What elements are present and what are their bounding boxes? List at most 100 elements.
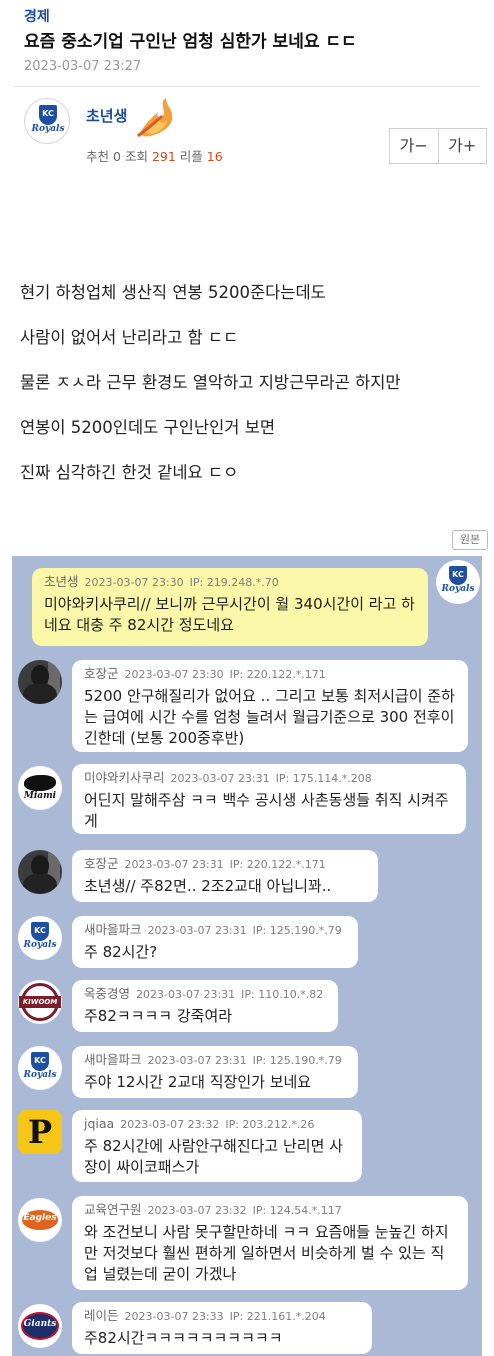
commenter-avatar: Miami <box>18 766 62 810</box>
comment-text: 미야와키사쿠리// 보니까 근무시간이 월 340시간이 라고 하네요 대충 주… <box>44 595 415 634</box>
comment-ip: IP: 125.190.*.79 <box>252 924 342 937</box>
post-header: 경제 요즘 중소기업 구인난 엄청 심한가 보네요 ㄷㄷ 2023-03-07 … <box>0 0 494 90</box>
royals-logo-text: Royals <box>441 584 475 594</box>
kiwoom-logo-text: KIWOOM <box>19 996 61 1008</box>
comment-date: 2023-03-07 23:31 <box>147 1054 247 1067</box>
comment-date: 2023-03-07 23:33 <box>124 1310 224 1323</box>
royals-logo-text: Royals <box>23 940 57 950</box>
comment-nick: 호장군 <box>84 856 119 871</box>
flame-level-icon <box>137 98 173 138</box>
royals-shield-icon: KC <box>31 1052 49 1071</box>
comment-nick: 새마을파크 <box>84 922 142 937</box>
comment-text: 주82시간ㅋㅋㅋㅋㅋㅋㅋㅋㅋㅋ <box>84 1329 283 1347</box>
comment-ip: IP: 203.212.*.26 <box>225 1118 315 1131</box>
commenter-avatar: KC Royals <box>18 1046 62 1090</box>
comment-ip: IP: 220.122.*.171 <box>229 858 326 871</box>
author-avatar[interactable]: KC Royals <box>24 98 70 144</box>
recommend-count: 0 <box>113 149 121 164</box>
comment-ip: IP: 175.114.*.208 <box>275 772 372 785</box>
post-stats: 추천 0 조회 291 리플 16 <box>86 148 223 166</box>
body-line: 현기 하청업체 생산직 연봉 5200준다는데도 <box>20 283 326 302</box>
commenter-avatar: KIWOOM <box>18 980 62 1024</box>
comment-nick: 호장군 <box>84 666 119 681</box>
body-line: 물론 ㅈㅅ라 근무 환경도 열악하고 지방근무라곤 하지만 <box>20 373 401 392</box>
comment-ip: IP: 124.54.*.117 <box>252 1204 342 1217</box>
comment-nick: jqiaa <box>84 1116 115 1131</box>
body-line: 진짜 심각하긴 한것 같네요 ㄷㅇ <box>20 463 239 482</box>
views-label: 조회 <box>124 149 148 164</box>
comment-screenshot: 초년생 2023-03-07 23:30 IP: 219.248.*.70 미야와키… <box>12 556 482 1356</box>
original-image-button[interactable]: 원본 <box>452 530 488 550</box>
commenter-avatar: KC Royals <box>18 916 62 960</box>
eagles-logo-text: Eagles <box>23 1213 57 1223</box>
recommend-label: 추천 <box>86 149 110 164</box>
comment-bubble: 레이든 2023-03-07 23:33 IP: 221.161.*.204 주82… <box>72 1302 372 1354</box>
royals-shield-icon: KC <box>449 566 467 585</box>
comment-date: 2023-03-07 23:31 <box>136 988 236 1001</box>
font-smaller-button[interactable]: 가− <box>390 129 439 163</box>
comment-text: 주82ㅋㅋㅋㅋ 강죽여라 <box>84 1007 233 1025</box>
comment-text: 주 82시간에 사람안구해진다고 난리면 사장이 싸이코패스가 <box>84 1137 343 1176</box>
comment-nick: 교육연구원 <box>84 1202 142 1217</box>
royals-logo-text: Royals <box>31 124 65 134</box>
commenter-avatar <box>18 850 62 894</box>
comment-date: 2023-03-07 23:31 <box>124 858 224 871</box>
comment-date: 2023-03-07 23:30 <box>84 576 184 589</box>
comment-ip: IP: 220.122.*.171 <box>229 668 326 681</box>
comment-ip: IP: 219.248.*.70 <box>189 576 279 589</box>
header-divider <box>14 86 480 87</box>
comment-text: 어딘지 말해주삼 ㅋㅋ 백수 공시생 사촌동생들 취직 시켜주게 <box>84 791 449 830</box>
comment-date: 2023-03-07 23:31 <box>147 924 247 937</box>
body-line: 사람이 없어서 난리라고 함 ㄷㄷ <box>20 328 239 347</box>
comment-bubble: jqiaa 2023-03-07 23:32 IP: 203.212.*.26 주 … <box>72 1110 362 1182</box>
comment-ip: IP: 221.161.*.204 <box>229 1310 326 1323</box>
comment-date: 2023-03-07 23:32 <box>147 1204 247 1217</box>
comment-bubble: 호장군 2023-03-07 23:30 IP: 220.122.*.171 520… <box>72 660 468 752</box>
comment-ip: IP: 110.10.*.82 <box>241 988 324 1001</box>
commenter-avatar <box>18 660 62 704</box>
royals-shield-icon: KC <box>31 922 49 941</box>
views-count: 291 <box>151 149 176 164</box>
board-category[interactable]: 경제 <box>24 8 470 26</box>
commenter-avatar: KC Royals <box>436 560 480 604</box>
comment-date: 2023-03-07 23:31 <box>170 772 270 785</box>
pirates-logo-icon: P <box>27 1113 53 1151</box>
comment-nick: 옥중경영 <box>84 986 131 1001</box>
commenter-avatar: Giants <box>18 1304 62 1348</box>
replies-label: 리플 <box>179 149 203 164</box>
author-name[interactable]: 초년생 <box>86 106 127 126</box>
font-size-controls: 가− 가+ <box>389 128 487 164</box>
comment-text: 주 82시간? <box>84 943 158 961</box>
comment-bubble: 초년생 2023-03-07 23:30 IP: 219.248.*.70 미야와키… <box>32 568 428 646</box>
comment-date: 2023-03-07 23:30 <box>124 668 224 681</box>
body-line: 연봉이 5200인데도 구인난인거 보면 <box>20 418 276 437</box>
comment-bubble: 교육연구원 2023-03-07 23:32 IP: 124.54.*.117 와 … <box>72 1196 468 1290</box>
post-title: 요즘 중소기업 구인난 엄청 심한가 보네요 ㄷㄷ <box>24 32 357 52</box>
comment-bubble: 미야와키사쿠리 2023-03-07 23:31 IP: 175.114.*.208… <box>72 764 466 834</box>
comment-text: 5200 안구해질리가 없어요 .. 그리고 보통 최저시급이 준하는 급여에 … <box>84 687 455 747</box>
comment-date: 2023-03-07 23:32 <box>120 1118 220 1131</box>
replies-count: 16 <box>206 149 223 164</box>
giants-logo-text: Giants <box>23 1319 57 1329</box>
marlins-logo-text: Miami <box>23 791 57 801</box>
commenter-avatar: Eagles <box>18 1198 62 1242</box>
comment-nick: 새마을파크 <box>84 1052 142 1067</box>
royals-logo-text: Royals <box>23 1070 57 1080</box>
post-date: 2023-03-07 23:27 <box>24 59 142 74</box>
comment-nick: 미야와키사쿠리 <box>84 770 165 785</box>
comment-text: 초년생// 주82면.. 2조2교대 아닙니꽈.. <box>84 877 332 895</box>
commenter-avatar: P <box>18 1110 62 1154</box>
comment-bubble: 새마을파크 2023-03-07 23:31 IP: 125.190.*.79 주 … <box>72 916 358 968</box>
comment-nick: 레이든 <box>84 1308 119 1323</box>
comment-text: 주야 12시간 2교대 직장인가 보네요 <box>84 1073 312 1091</box>
royals-shield-icon: KC <box>39 105 57 125</box>
comment-text: 와 조건보니 사람 못구할만하네 ㅋㅋ 요즘애들 눈높긴 하지만 저것보다 훨씬… <box>84 1223 449 1283</box>
comment-ip: IP: 125.190.*.79 <box>252 1054 342 1067</box>
comment-bubble: 호장군 2023-03-07 23:31 IP: 220.122.*.171 초년생… <box>72 850 378 902</box>
font-larger-button[interactable]: 가+ <box>439 129 487 163</box>
comment-bubble: 옥중경영 2023-03-07 23:31 IP: 110.10.*.82 주82ㅋ… <box>72 980 338 1032</box>
marlin-icon <box>24 775 56 791</box>
comment-nick: 초년생 <box>44 574 79 589</box>
comment-bubble: 새마을파크 2023-03-07 23:31 IP: 125.190.*.79 주야… <box>72 1046 358 1098</box>
post-body: 현기 하청업체 생산직 연봉 5200준다는데도 사람이 없어서 난리라고 함 … <box>20 282 480 507</box>
